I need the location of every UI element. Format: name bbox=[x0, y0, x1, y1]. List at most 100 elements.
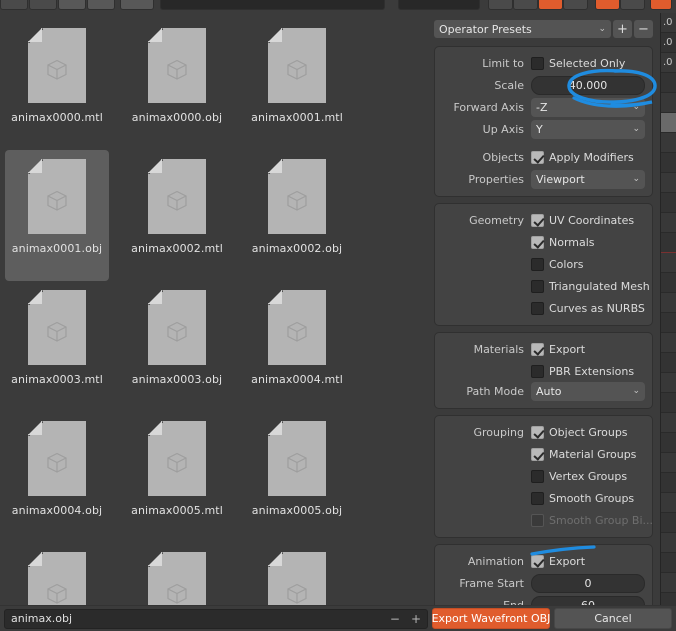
sliver-list-row[interactable] bbox=[661, 313, 676, 333]
sliver-list-row[interactable] bbox=[661, 233, 676, 253]
animation-export-checkbox[interactable]: Export bbox=[531, 554, 585, 568]
option-checkbox[interactable]: Normals bbox=[531, 235, 595, 249]
option-row: Normals bbox=[439, 232, 645, 252]
option-checkbox[interactable]: Material Groups bbox=[531, 447, 636, 461]
sliver-list-row[interactable]: .0 bbox=[661, 53, 676, 73]
remove-preset-button[interactable]: − bbox=[634, 20, 653, 38]
file-document-icon bbox=[28, 290, 86, 365]
sliver-list-row[interactable] bbox=[661, 373, 676, 393]
option-checkbox[interactable]: Object Groups bbox=[531, 425, 628, 439]
sliver-list-row[interactable] bbox=[661, 213, 676, 233]
selected-only-checkbox[interactable]: Selected Only bbox=[531, 56, 625, 70]
file-item[interactable] bbox=[245, 543, 349, 605]
sliver-list-row[interactable] bbox=[661, 473, 676, 493]
file-item[interactable] bbox=[5, 543, 109, 605]
option-checkbox: Smooth Group Bi... bbox=[531, 513, 653, 527]
toolbar-button-5[interactable] bbox=[120, 0, 154, 10]
file-browser-panel[interactable]: animax0000.mtl animax0000.obj animax0001… bbox=[0, 13, 429, 605]
file-item[interactable]: animax0004.obj bbox=[5, 412, 109, 543]
sliver-list-row[interactable]: .0 bbox=[661, 13, 676, 33]
file-item[interactable] bbox=[125, 543, 229, 605]
option-label: Curves as NURBS bbox=[549, 301, 645, 315]
sliver-list-row[interactable] bbox=[661, 413, 676, 433]
sliver-list-row[interactable] bbox=[661, 353, 676, 373]
frame-start-input[interactable]: 0 bbox=[531, 573, 645, 593]
outliner-sliver-panel[interactable]: .0.0.0 bbox=[660, 13, 676, 605]
file-item[interactable]: animax0003.mtl bbox=[5, 281, 109, 412]
export-wavefront-obj-button[interactable]: Export Wavefront OBJ bbox=[432, 608, 550, 629]
sliver-list-row[interactable] bbox=[661, 533, 676, 553]
toolbar-button-9[interactable] bbox=[563, 0, 588, 10]
option-checkbox[interactable]: UV Coordinates bbox=[531, 213, 634, 227]
file-item[interactable]: animax0001.obj bbox=[5, 150, 109, 281]
path-field[interactable] bbox=[160, 0, 385, 10]
option-checkbox[interactable]: PBR Extensions bbox=[531, 364, 634, 378]
cancel-button[interactable]: Cancel bbox=[554, 608, 672, 629]
file-item[interactable]: animax0004.mtl bbox=[245, 281, 349, 412]
apply-modifiers-checkbox[interactable]: Apply Modifiers bbox=[531, 150, 634, 164]
option-row: Triangulated Mesh bbox=[439, 276, 650, 296]
sliver-list-row[interactable] bbox=[661, 493, 676, 513]
sliver-list-row[interactable] bbox=[661, 513, 676, 533]
option-checkbox[interactable]: Colors bbox=[531, 257, 583, 271]
toolbar-button-7[interactable] bbox=[513, 0, 538, 10]
increment-icon[interactable]: + bbox=[411, 613, 421, 625]
toolbar-button-12-active[interactable] bbox=[650, 0, 672, 10]
sliver-list-row[interactable] bbox=[661, 453, 676, 473]
toolbar-button-3[interactable] bbox=[58, 0, 86, 10]
option-checkbox[interactable]: Smooth Groups bbox=[531, 491, 634, 505]
scale-input[interactable]: 40.000 bbox=[531, 75, 645, 95]
sliver-list-row[interactable] bbox=[661, 573, 676, 593]
filename-input[interactable]: animax.obj − + bbox=[4, 608, 428, 629]
toolbar-button-10-active[interactable] bbox=[595, 0, 620, 10]
sliver-list-row[interactable] bbox=[661, 293, 676, 313]
toolbar-button-1[interactable] bbox=[0, 0, 28, 10]
add-preset-button[interactable]: + bbox=[613, 20, 632, 38]
sliver-list-row[interactable] bbox=[661, 333, 676, 353]
file-item[interactable]: animax0002.mtl bbox=[125, 150, 229, 281]
toolbar-button-6[interactable] bbox=[488, 0, 513, 10]
file-item[interactable]: animax0005.obj bbox=[245, 412, 349, 543]
decrement-icon[interactable]: − bbox=[390, 613, 400, 625]
sliver-list-row[interactable] bbox=[661, 273, 676, 293]
file-item[interactable]: animax0003.obj bbox=[125, 281, 229, 412]
sliver-list-row[interactable] bbox=[661, 133, 676, 153]
search-field[interactable] bbox=[398, 0, 480, 10]
option-checkbox[interactable]: Export bbox=[531, 342, 585, 356]
file-name-label: animax0003.mtl bbox=[11, 373, 103, 386]
sliver-list-row[interactable] bbox=[661, 393, 676, 413]
option-checkbox[interactable]: Curves as NURBS bbox=[531, 301, 645, 315]
toolbar-button-11[interactable] bbox=[620, 0, 645, 10]
sliver-list-row[interactable] bbox=[661, 193, 676, 213]
properties-row: Properties Viewport ⌄ bbox=[439, 169, 645, 189]
filename-stepper[interactable]: − + bbox=[390, 613, 421, 625]
up-axis-dropdown[interactable]: Y ⌄ bbox=[531, 119, 645, 139]
forward-axis-dropdown[interactable]: -Z ⌄ bbox=[531, 97, 645, 117]
path-mode-dropdown[interactable]: Auto ⌄ bbox=[531, 381, 645, 401]
sliver-list-row[interactable] bbox=[661, 93, 676, 113]
frame-end-input[interactable]: 60 bbox=[531, 595, 645, 605]
checkbox-icon bbox=[531, 364, 544, 378]
sliver-list-row[interactable] bbox=[661, 153, 676, 173]
file-item[interactable]: animax0005.mtl bbox=[125, 412, 229, 543]
sliver-list-row[interactable] bbox=[661, 73, 676, 93]
sliver-list-row[interactable] bbox=[661, 553, 676, 573]
sliver-list-row[interactable] bbox=[661, 253, 676, 273]
file-item[interactable]: animax0002.obj bbox=[245, 150, 349, 281]
properties-dropdown[interactable]: Viewport ⌄ bbox=[531, 169, 645, 189]
toolbar-button-8-active[interactable] bbox=[538, 0, 563, 10]
sliver-list-row[interactable]: .0 bbox=[661, 33, 676, 53]
sliver-list-row[interactable] bbox=[661, 433, 676, 453]
file-item[interactable]: animax0000.mtl bbox=[5, 19, 109, 150]
option-checkbox[interactable]: Triangulated Mesh bbox=[531, 279, 650, 293]
sliver-list-row[interactable] bbox=[661, 113, 676, 133]
option-checkbox[interactable]: Vertex Groups bbox=[531, 469, 627, 483]
toolbar-button-4[interactable] bbox=[87, 0, 115, 10]
sliver-list-row[interactable] bbox=[661, 173, 676, 193]
file-item[interactable]: animax0000.obj bbox=[125, 19, 229, 150]
operator-presets-dropdown[interactable]: Operator Presets ⌄ bbox=[434, 20, 611, 38]
sliver-list-row[interactable] bbox=[661, 593, 676, 605]
toolbar-button-2[interactable] bbox=[29, 0, 57, 10]
file-name-label: animax0000.obj bbox=[131, 111, 223, 124]
file-item[interactable]: animax0001.mtl bbox=[245, 19, 349, 150]
